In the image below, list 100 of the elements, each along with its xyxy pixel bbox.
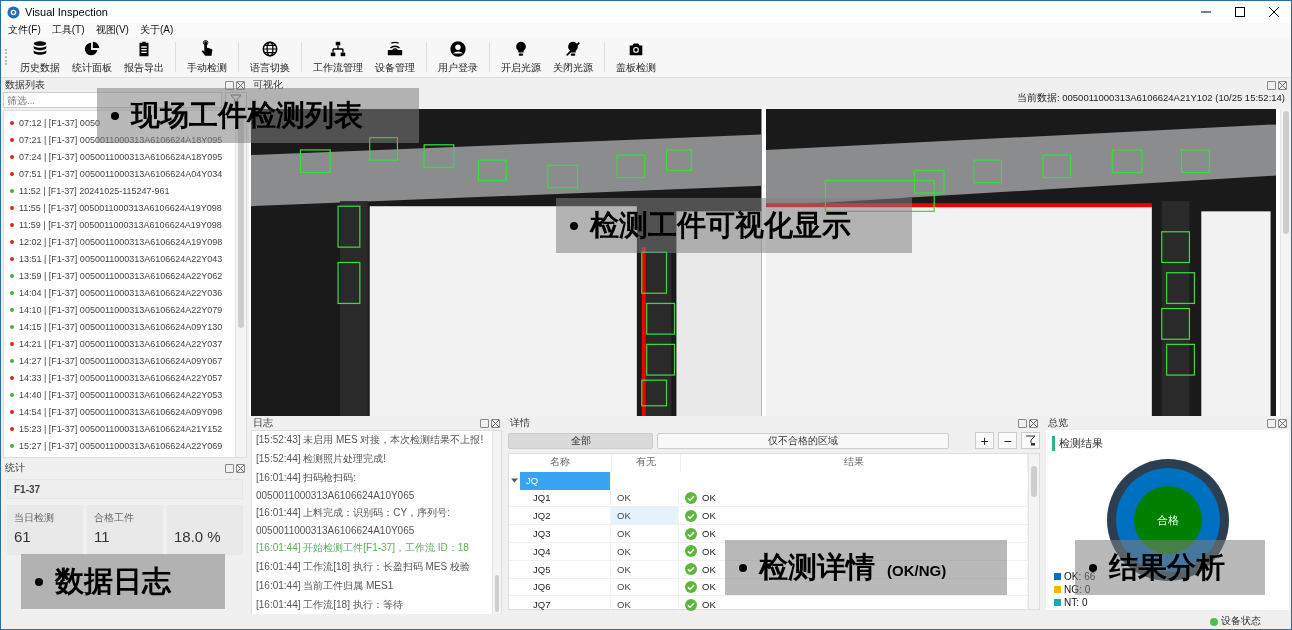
record-item[interactable]: 07:51 | [F1-37] 0050011000313A6106624A04Y034 (4, 165, 223, 182)
scrollbar[interactable] (1028, 454, 1039, 609)
panel-title: 统计 (5, 461, 25, 475)
result-text: OK (702, 528, 716, 540)
record-item[interactable]: 12:02 | [F1-37] 0050011000313A6106624A19Y098 (4, 233, 223, 250)
float-icon[interactable] (1267, 80, 1276, 90)
record-item[interactable]: 14:21 | [F1-37] 0050011000313A6106624A22Y037 (4, 335, 223, 352)
table-cell-text: JQ3 (532, 528, 551, 540)
result-text: OK (702, 510, 716, 522)
bullet-icon (1089, 563, 1097, 572)
bullet-icon (35, 577, 43, 586)
menu-item[interactable]: 关于(A) (139, 23, 174, 37)
hierarchy-icon (329, 39, 347, 58)
record-item[interactable]: 13:51 | [F1-37] 0050011000313A6106624A22Y043 (4, 250, 223, 267)
legend-label: NG: (1064, 584, 1082, 595)
database-icon (31, 39, 49, 58)
menu-item[interactable]: 文件(F) (8, 23, 41, 37)
globe-icon (261, 39, 279, 58)
toolbar-button[interactable]: 工作流管理 (308, 37, 368, 77)
log-line: 0050011000313A6106624A10Y065 (256, 525, 416, 536)
table-cell: OK (611, 507, 679, 526)
menu-item[interactable]: 工具(T) (51, 23, 85, 37)
result-text: OK (702, 563, 716, 575)
scrollbar[interactable] (1280, 109, 1291, 416)
record-item[interactable]: 15:23 | [F1-37] 0050011000313A6106624A21Y152 (4, 420, 223, 437)
table-cell-text: JQ1 (532, 492, 551, 504)
record-item[interactable]: 07:24 | [F1-37] 0050011000313A6106624A18Y095 (4, 148, 223, 165)
panel-title: 日志 (253, 416, 273, 430)
close-icon[interactable] (1278, 418, 1287, 428)
toolbar-button[interactable]: 开启光源 (496, 37, 546, 77)
result-text: OK (702, 599, 716, 611)
record-item[interactable]: 15:27 | [F1-37] 0050011000313A6106624A22Y069 (4, 437, 223, 454)
toolbar-button[interactable]: 手动检测 (182, 37, 232, 77)
float-icon[interactable] (1018, 418, 1027, 428)
caret-icon[interactable] (511, 477, 518, 485)
filter-tab[interactable]: 仅不合格的区域 (657, 432, 949, 449)
record-item[interactable]: 14:27 | [F1-37] 0050011000313A6106624A09Y067 (4, 352, 223, 369)
callout-tooltip: 数据日志 (21, 554, 225, 609)
scrollbar[interactable] (492, 431, 501, 614)
section-heading: 检测结果 (1052, 436, 1103, 451)
record-item[interactable]: 14:40 | [F1-37] 0050011000313A6106624A22Y053 (4, 386, 223, 403)
record-item[interactable]: 13:59 | [F1-37] 0050011000313A6106624A22Y062 (4, 267, 223, 284)
record-item[interactable]: 14:54 | [F1-37] 0050011000313A6106624A09Y098 (4, 403, 223, 420)
table-cell: OK (611, 543, 679, 561)
column-header[interactable]: 有无 (612, 454, 681, 472)
float-icon[interactable] (225, 463, 234, 473)
toolbar-button[interactable]: 关闭光源 (548, 37, 598, 77)
tool-button[interactable]: − (998, 432, 1017, 449)
legend-value: 0 (1082, 597, 1088, 608)
toolbar-button[interactable]: 历史数据 (15, 37, 65, 77)
stat-label: 合格工件 (94, 511, 135, 522)
record-item[interactable]: 14:33 | [F1-37] 0050011000313A6106624A22Y057 (4, 369, 223, 386)
close-icon (1269, 7, 1279, 17)
record-item[interactable]: 11:59 | [F1-37] 0050011000313A6106624A19Y098 (4, 216, 222, 233)
close-icon[interactable] (1278, 80, 1287, 90)
device-status-label: 设备状态 (1221, 615, 1261, 628)
float-icon[interactable] (1267, 418, 1276, 428)
toolbar-button[interactable]: 盖板检测 (611, 37, 661, 77)
filter-tab[interactable]: 全部 (508, 432, 653, 449)
eye-logo-icon (7, 5, 20, 19)
log-line: [16:01:44] 开始检测工件[F1-37]，工作流 ID：18 (256, 541, 470, 555)
log-line: [16:01:44] 工作流[18] 执行：等待 (256, 598, 404, 612)
toolbar-grip (5, 49, 9, 65)
float-icon[interactable] (225, 80, 234, 90)
table-cell-text: JQ6 (532, 581, 551, 593)
legend-value: 66 (1084, 571, 1096, 582)
bullet-icon (739, 563, 747, 572)
stat-label: 当日检测 (14, 511, 55, 522)
stat-value: 11 (94, 528, 111, 545)
toolbar-button[interactable]: 语言切换 (245, 37, 295, 77)
toolbar-button[interactable]: 用户登录 (433, 37, 483, 77)
callout-tooltip: 检测工件可视化显示 (556, 198, 912, 253)
column-header[interactable]: 名称 (509, 454, 612, 472)
close-icon[interactable] (236, 80, 245, 90)
stat-value: 18.0 % (174, 528, 222, 545)
toolbar-button[interactable]: 报告导出 (119, 37, 169, 77)
log-line: [15:52:43] 未启用 MES 对接，本次检测结果不上报! (256, 433, 485, 447)
record-item[interactable]: 14:15 | [F1-37] 0050011000313A6106624A09Y130 (4, 318, 223, 335)
record-item[interactable]: 11:55 | [F1-37] 0050011000313A6106624A19Y098 (4, 199, 222, 216)
float-icon[interactable] (480, 418, 489, 428)
close-icon[interactable] (236, 463, 245, 473)
log-line: 0050011000313A6106624A10Y065 (256, 490, 416, 501)
table-cell-text: JQ7 (532, 599, 551, 611)
panel-title: 数据列表 (5, 78, 45, 92)
record-item[interactable]: 14:10 | [F1-37] 0050011000313A6106624A22Y079 (4, 301, 223, 318)
toolbar-button[interactable]: 统计面板 (67, 37, 117, 77)
light-bulb-off-icon (564, 39, 582, 58)
close-icon[interactable] (1029, 418, 1038, 428)
callout-note: (OK/NG) (887, 562, 947, 579)
record-item[interactable]: 14:04 | [F1-37] 0050011000313A6106624A22Y036 (4, 284, 223, 301)
toolbar-button[interactable]: 设备管理 (370, 37, 420, 77)
close-icon[interactable] (491, 418, 500, 428)
table-cell-text: JQ2 (532, 510, 551, 522)
tool-button[interactable]: + (975, 432, 994, 449)
record-item[interactable]: 11:52 | [F1-37] 20241025-115247-961 (4, 182, 170, 199)
tool-button[interactable] (1021, 432, 1040, 449)
menu-item[interactable]: 视图(V) (95, 23, 129, 37)
record-item[interactable]: 07:12 | [F1-37] 0050 (4, 114, 100, 131)
log-line: [16:01:44] 上料完成：识别码：CY，序列号: (256, 506, 451, 520)
table-cell: OK (611, 525, 679, 543)
